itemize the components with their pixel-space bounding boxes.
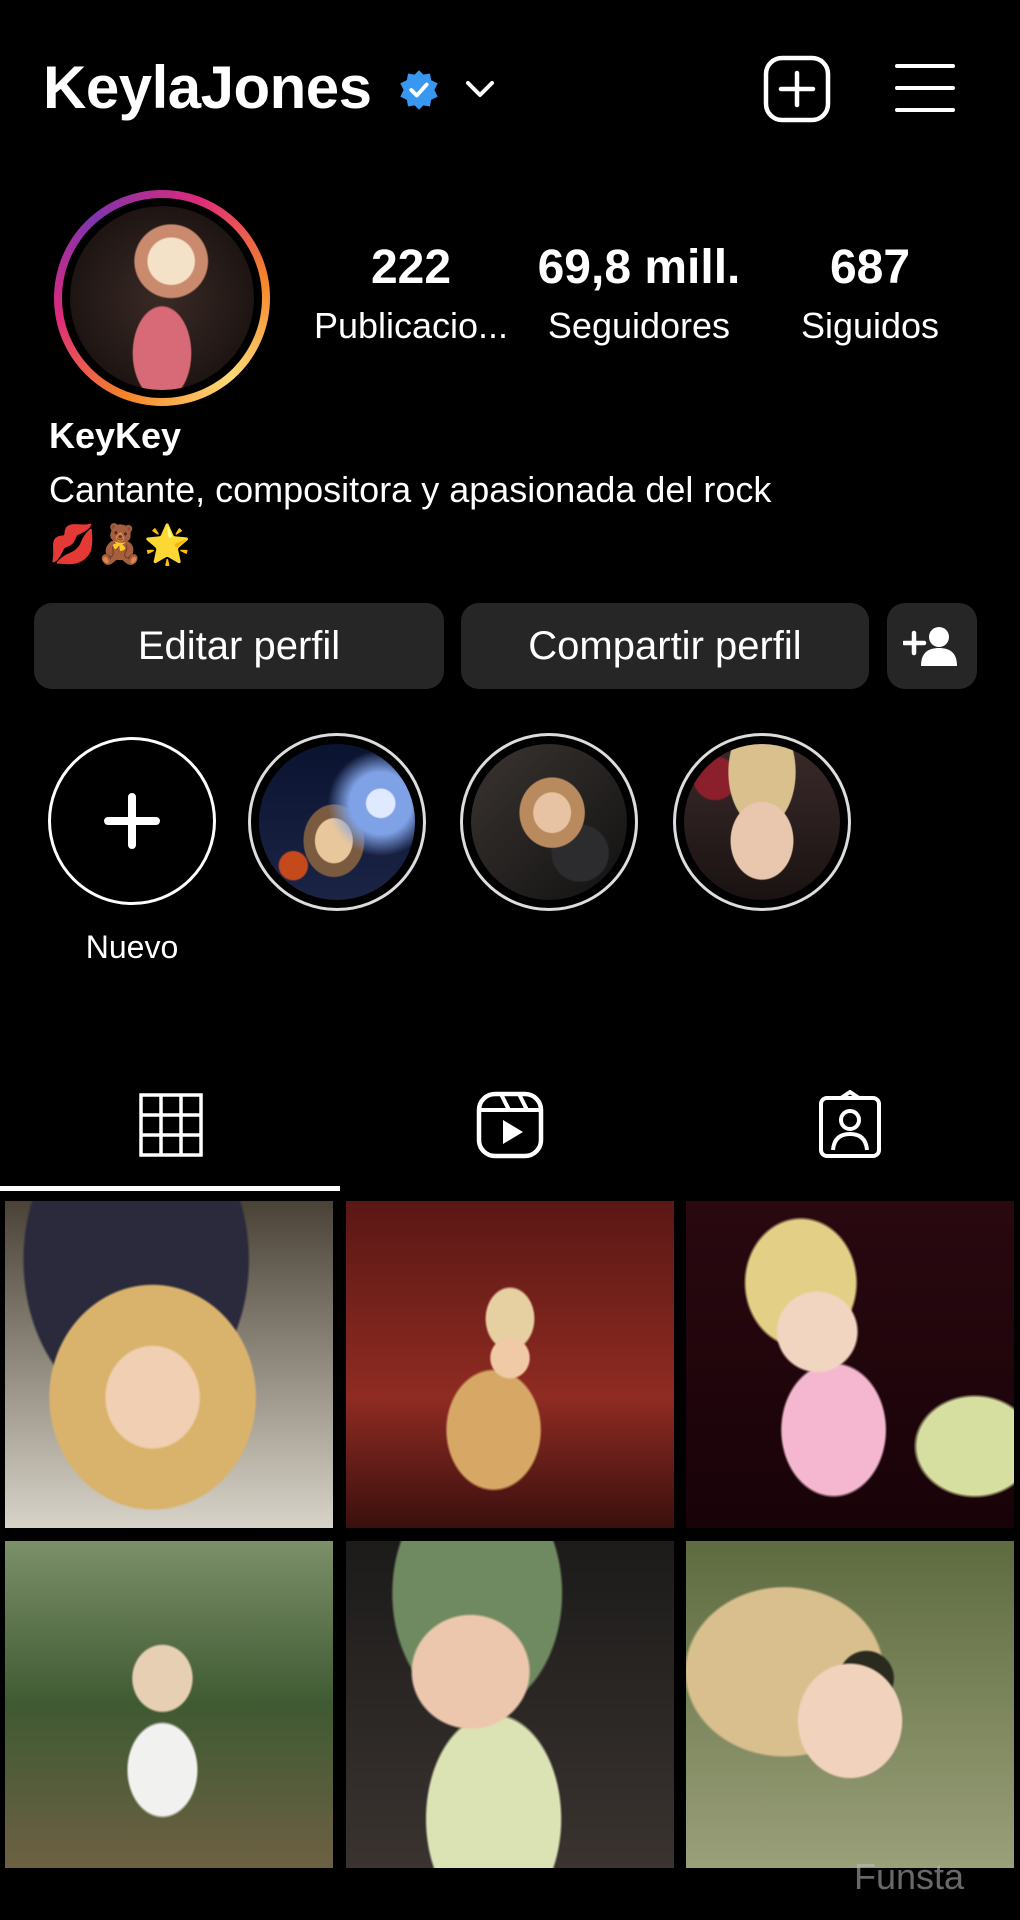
share-profile-label: Compartir perfil: [528, 623, 802, 668]
highlight-photo: [259, 744, 415, 900]
highlight-story[interactable]: [460, 733, 638, 911]
avatar-photo: [70, 206, 254, 390]
verified-badge-icon: [400, 70, 438, 110]
display-name: KeyKey: [49, 415, 182, 456]
highlight-story[interactable]: [673, 733, 851, 911]
posts-count: 222: [370, 241, 452, 294]
watermark: Funsta: [854, 1856, 965, 1897]
reels-icon[interactable]: [475, 1090, 545, 1160]
share-profile-button[interactable]: Compartir perfil: [461, 603, 869, 689]
followers-count: 69,8 mill.: [537, 241, 741, 294]
chevron-down-icon[interactable]: [462, 74, 498, 104]
post-thumbnail[interactable]: [346, 1541, 674, 1868]
bio-emojis: 💋🧸🌟: [49, 524, 191, 566]
profile-avatar[interactable]: [54, 190, 270, 406]
plus-icon: [104, 793, 160, 849]
hamburger-menu-icon[interactable]: [894, 60, 956, 116]
post-thumbnail[interactable]: [346, 1201, 674, 1528]
post-thumbnail[interactable]: [5, 1541, 333, 1868]
post-thumbnail[interactable]: [5, 1201, 333, 1528]
edit-profile-label: Editar perfil: [137, 623, 341, 668]
stat-following[interactable]: 687 Siguidos: [770, 240, 970, 350]
new-highlight-button[interactable]: [48, 737, 216, 905]
post-thumbnail[interactable]: [686, 1541, 1014, 1868]
posts-label: Publicacio...: [313, 305, 509, 346]
bio-text: Cantante, compositora y apasionada del r…: [49, 469, 772, 510]
highlight-photo: [684, 744, 840, 900]
active-tab-indicator: [0, 1186, 340, 1191]
edit-profile-button[interactable]: Editar perfil: [34, 603, 444, 689]
stat-followers[interactable]: 69,8 mill. Seguidores: [524, 240, 754, 350]
add-person-icon: [903, 627, 957, 666]
new-post-icon[interactable]: [762, 54, 832, 124]
followers-label: Seguidores: [547, 305, 731, 346]
discover-people-button[interactable]: [887, 603, 977, 689]
highlight-story[interactable]: [248, 733, 426, 911]
following-label: Siguidos: [800, 305, 940, 346]
profile-username[interactable]: KeylaJones: [43, 48, 372, 128]
post-thumbnail[interactable]: [686, 1201, 1014, 1528]
highlight-photo: [471, 744, 627, 900]
stat-posts[interactable]: 222 Publicacio...: [298, 240, 524, 350]
new-highlight-label: Nuevo: [85, 929, 179, 965]
tagged-icon[interactable]: [815, 1090, 885, 1160]
following-count: 687: [829, 241, 911, 294]
grid-icon[interactable]: [136, 1090, 206, 1160]
